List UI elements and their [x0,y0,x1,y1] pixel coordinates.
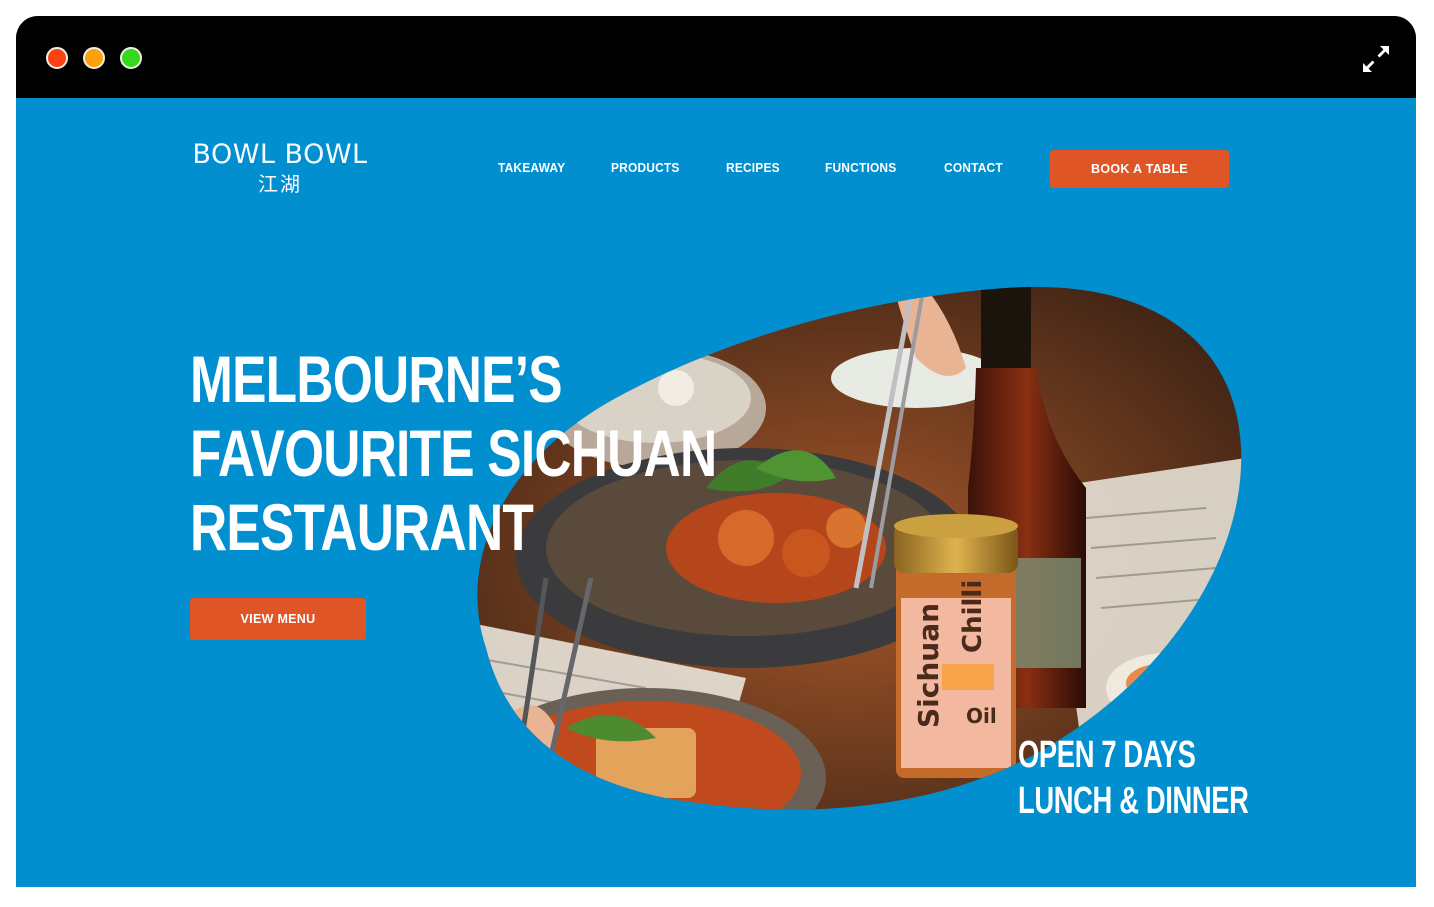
svg-text:Oil: Oil [966,704,997,728]
brand-name-chinese: 江湖 [258,174,302,196]
window-titlebar [16,16,1416,98]
minimize-window-button[interactable] [83,47,105,69]
nav-functions[interactable]: FUNCTIONS [825,160,896,175]
hours-line-1: OPEN 7 DAYS [1018,734,1196,776]
headline-line-2: FAVOURITE SICHUAN [190,416,717,490]
close-window-button[interactable] [46,47,68,69]
svg-text:Chilli: Chilli [958,580,988,653]
svg-text:Sichuan: Sichuan [912,603,945,728]
book-a-table-button[interactable]: BOOK A TABLE [1050,150,1229,188]
browser-window: BOWL BOWL 江湖 TAKEAWAY PRODUCTS RECIPES F… [16,16,1416,887]
headline-line-1: MELBOURNE’S [190,342,563,416]
hero-page: BOWL BOWL 江湖 TAKEAWAY PRODUCTS RECIPES F… [16,98,1416,887]
maximize-window-button[interactable] [120,47,142,69]
expand-arrows-icon[interactable] [1359,42,1393,76]
nav-contact[interactable]: CONTACT [944,160,1003,175]
nav-recipes[interactable]: RECIPES [726,160,780,175]
headline-line-3: RESTAURANT [190,490,534,564]
nav-takeaway[interactable]: TAKEAWAY [498,160,565,175]
brand-name: BOWL BOWL [192,139,368,170]
nav-products[interactable]: PRODUCTS [611,160,680,175]
hero-headline: MELBOURNE’S FAVOURITE SICHUAN RESTAURANT [190,342,717,564]
hours-line-2: LUNCH & DINNER [1018,780,1249,822]
opening-hours: OPEN 7 DAYS LUNCH & DINNER [1018,732,1249,824]
view-menu-button[interactable]: VIEW MENU [190,598,366,640]
brand-logo[interactable]: BOWL BOWL 江湖 [190,140,370,198]
